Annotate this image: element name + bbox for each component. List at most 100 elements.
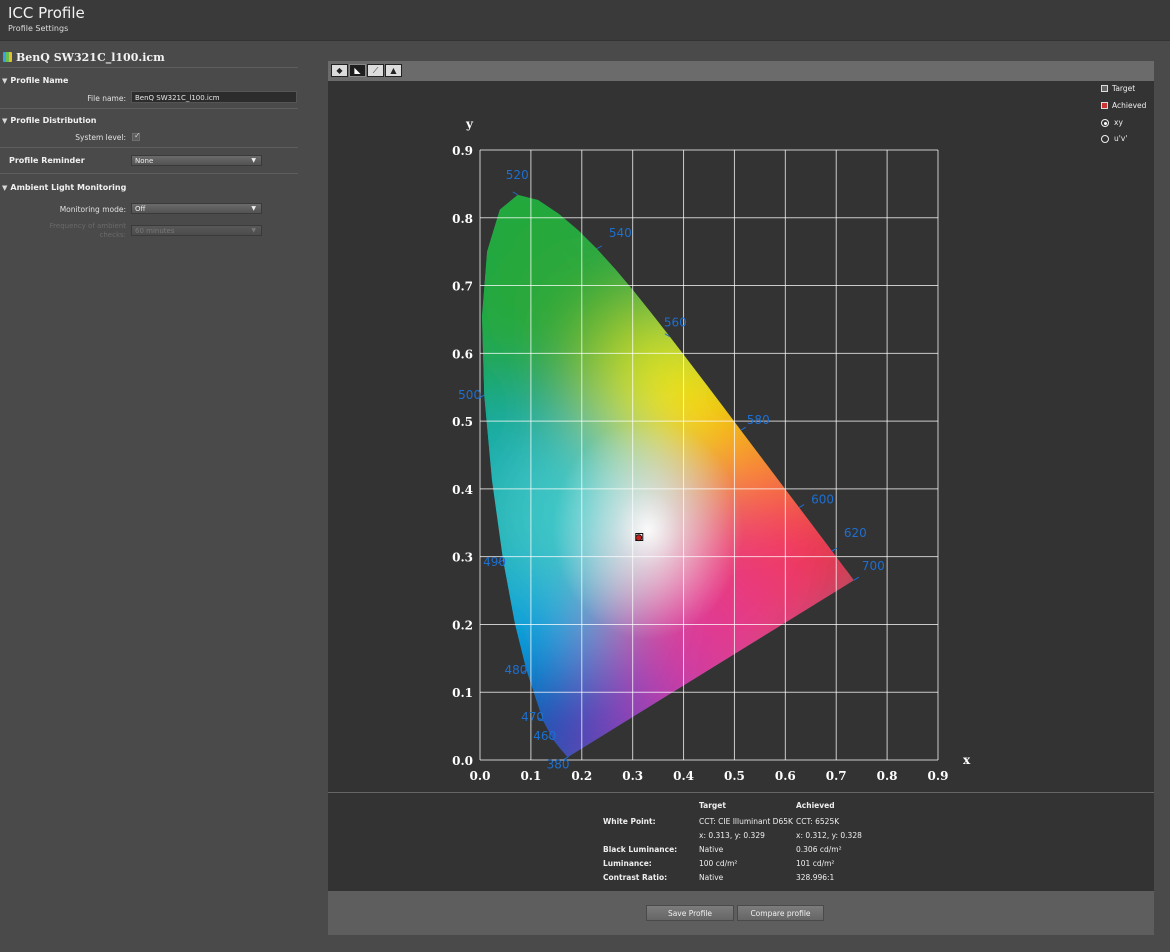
- section-profile-name[interactable]: ▼ Profile Name: [2, 76, 68, 85]
- file-title: BenQ SW321C_l100.icm: [16, 51, 165, 64]
- wavelength-tick: [798, 504, 805, 508]
- achieved-marker-icon: [1101, 102, 1108, 109]
- chromaticity-chart[interactable]: 0.0 0.1 0.2 0.3 0.4 0.5 0.6 0.7 0.8 0.9 0.0 0.1 0.2 0…: [328, 81, 1154, 792]
- radio-uv[interactable]: u'v': [1101, 134, 1127, 143]
- x-tick-label: 0.5: [724, 769, 745, 783]
- wavelength-label: 460: [533, 729, 556, 743]
- y-tick-label: 0.8: [452, 212, 473, 226]
- section-ambient-light[interactable]: ▼ Ambient Light Monitoring: [2, 183, 126, 192]
- y-tick-label: 0.7: [452, 280, 473, 294]
- x-tick-label: 0.9: [928, 769, 949, 783]
- frequency-label-line2: checks:: [99, 231, 127, 239]
- y-tick-label: 0.3: [452, 551, 473, 565]
- file-name-input[interactable]: BenQ SW321C_l100.icm: [131, 91, 297, 103]
- image-icon[interactable]: ▲: [385, 64, 402, 77]
- system-level-checkbox[interactable]: ✓: [132, 131, 141, 141]
- legend-label: Achieved: [1112, 101, 1147, 110]
- profile-file-icon: [3, 52, 12, 62]
- collapse-triangle-icon[interactable]: ▼: [2, 117, 7, 125]
- radio-selected-icon[interactable]: [1101, 119, 1109, 127]
- y-tick-label: 0.4: [452, 483, 473, 497]
- radio-xy[interactable]: xy: [1101, 118, 1123, 127]
- y-tick-label: 0.6: [452, 347, 473, 361]
- contrast-label: Contrast Ratio:: [603, 873, 668, 882]
- checkmark-icon: ✓: [134, 131, 141, 140]
- black-luminance-label: Black Luminance:: [603, 845, 678, 854]
- black-target: Native: [699, 845, 724, 854]
- chevron-down-icon: ▼: [251, 227, 256, 234]
- app-header: ICC Profile Profile Settings: [0, 0, 1170, 41]
- wavelength-tick: [740, 426, 747, 431]
- chart-toolbar: ◆ ◣ ⟋ ▲: [328, 61, 1154, 81]
- collapse-triangle-icon[interactable]: ▼: [2, 77, 7, 85]
- radio-label: u'v': [1114, 134, 1128, 143]
- system-level-label: System level:: [75, 133, 126, 142]
- x-tick-label: 0.3: [622, 769, 643, 783]
- chevron-down-icon: ▼: [251, 205, 256, 212]
- section-title: Profile Distribution: [10, 116, 97, 125]
- wavelength-label: 600: [811, 493, 834, 507]
- white-achieved-xy: x: 0.312, y: 0.328: [796, 831, 862, 840]
- select-value: None: [135, 157, 154, 165]
- wavelength-label: 520: [506, 168, 529, 182]
- curves-icon[interactable]: ⟋: [367, 64, 384, 77]
- monitoring-mode-label: Monitoring mode:: [59, 205, 126, 214]
- wavelength-tick: [596, 245, 603, 250]
- achieved-point: [635, 534, 643, 542]
- white-achieved-cct: CCT: 6525K: [796, 817, 840, 826]
- wavelength-label: 480: [504, 663, 527, 677]
- file-heading: BenQ SW321C_l100.icm: [3, 51, 165, 64]
- white-point-label: White Point:: [603, 817, 656, 826]
- luminance-target: 100 cd/m²: [699, 859, 738, 868]
- target-marker-icon: [1101, 85, 1108, 92]
- select-value: Off: [135, 205, 146, 213]
- luminance-achieved: 101 cd/m²: [796, 859, 835, 868]
- chevron-down-icon: ▼: [251, 157, 256, 164]
- chart-panel: ◆ ◣ ⟋ ▲ 0.0 0.1 0.2 0.3 0.4 0.5 0.6 0.7 0.8 0.9 0.…: [328, 61, 1154, 935]
- wavelength-tick: [512, 191, 519, 196]
- frequency-label-line1: Frequency of ambient: [49, 222, 126, 230]
- luminance-label: Luminance:: [603, 859, 652, 868]
- wavelength-label: 490: [483, 555, 506, 569]
- radio-empty-icon[interactable]: [1101, 135, 1109, 143]
- y-tick-label: 0.9: [452, 144, 473, 158]
- frequency-select: 60 minutes ▼: [131, 225, 262, 236]
- white-target-cct: CCT: CIE Illuminant D65K: [699, 817, 793, 826]
- white-target-xy: x: 0.313, y: 0.329: [699, 831, 765, 840]
- file-name-label: File name:: [87, 94, 126, 103]
- section-profile-distribution[interactable]: ▼ Profile Distribution: [2, 116, 96, 125]
- x-tick-label: 0.6: [775, 769, 796, 783]
- wavelength-label: 580: [747, 413, 770, 427]
- select-value: 60 minutes: [135, 227, 175, 235]
- monitoring-mode-select[interactable]: Off ▼: [131, 203, 262, 214]
- radio-label: xy: [1114, 118, 1123, 127]
- wavelength-label: 540: [609, 226, 632, 240]
- divider: [328, 792, 1154, 793]
- frequency-label: Frequency of ambient checks:: [50, 222, 126, 240]
- black-achieved: 0.306 cd/m²: [796, 845, 842, 854]
- collapse-triangle-icon[interactable]: ▼: [2, 184, 7, 192]
- wavelength-tick: [853, 576, 860, 581]
- divider: [0, 173, 298, 174]
- divider: [0, 67, 298, 68]
- col-target-header: Target: [699, 801, 726, 810]
- app-subtitle: Profile Settings: [8, 24, 69, 33]
- contrast-achieved: 328.996:1: [796, 873, 835, 882]
- x-tick-label: 0.1: [520, 769, 541, 783]
- legend-target[interactable]: Target: [1101, 84, 1135, 93]
- wavelength-label: 380: [547, 758, 570, 772]
- gamut-2d-icon[interactable]: ◆: [331, 64, 348, 77]
- x-tick-label: 0.2: [571, 769, 592, 783]
- compare-profile-button[interactable]: Compare profile: [737, 905, 824, 921]
- save-profile-button[interactable]: Save Profile: [646, 905, 734, 921]
- gamut-3d-icon[interactable]: ◣: [349, 64, 366, 77]
- profile-reminder-select[interactable]: None ▼: [131, 155, 262, 166]
- contrast-target: Native: [699, 873, 724, 882]
- y-tick-label: 0.5: [452, 415, 473, 429]
- col-achieved-header: Achieved: [796, 801, 835, 810]
- divider: [0, 108, 298, 109]
- x-tick-label: 0.4: [673, 769, 694, 783]
- action-bar: Save Profile Compare profile: [328, 891, 1154, 935]
- x-tick-label: 0.7: [826, 769, 847, 783]
- legend-achieved[interactable]: Achieved: [1101, 101, 1146, 110]
